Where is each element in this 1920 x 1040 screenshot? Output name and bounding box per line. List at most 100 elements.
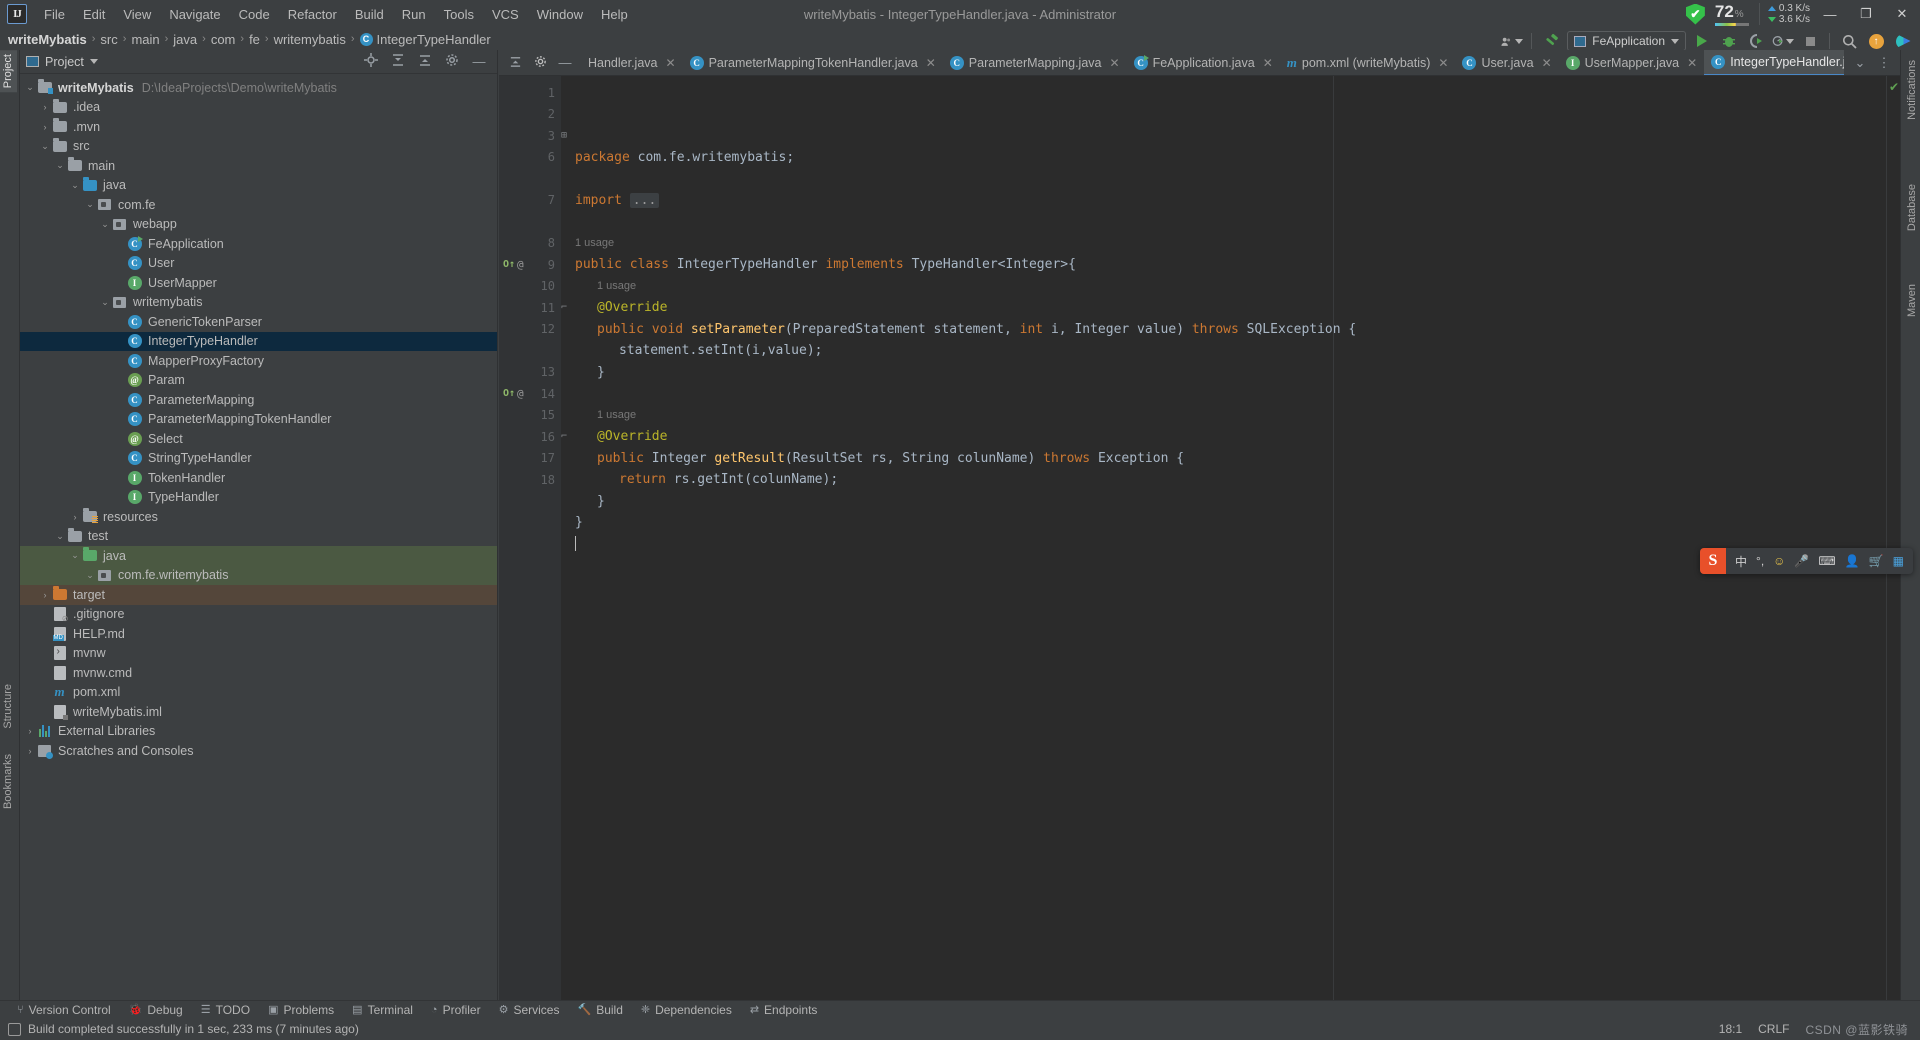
select-opened-file-icon[interactable] [363, 53, 379, 70]
menu-build[interactable]: Build [346, 3, 393, 26]
gutter-line[interactable]: 11 ⌐ [499, 297, 567, 319]
run-configuration-selector[interactable]: FeApplication [1567, 31, 1686, 51]
gutter-line[interactable]: 10 [499, 276, 561, 298]
tree-node-tokenhandler[interactable]: ›ITokenHandler [20, 468, 497, 488]
editor-marker-bar[interactable]: ✔ [1886, 76, 1900, 1000]
ide-assistant-icon[interactable] [1892, 30, 1914, 52]
tree-node-parametermapping[interactable]: ›CParameterMapping [20, 390, 497, 410]
tree-toggle-arrow[interactable]: ⌄ [84, 570, 96, 581]
tool-window-button-todo[interactable]: ☰ TODO [192, 1001, 259, 1019]
tree-node-webapp[interactable]: ⌄ webapp [20, 215, 497, 235]
collapse-all-icon[interactable] [417, 53, 433, 70]
stripe-button-project[interactable]: Project [0, 50, 17, 93]
settings-icon[interactable] [532, 55, 548, 71]
inspection-status-icon[interactable]: ✔ [1889, 80, 1899, 94]
editor-gutter[interactable]: 1 2 3 ⊞ 6 7 8 O↑ @9 10 11 ⌐ 12 13 O↑ @14 15 16 ⌐ 17 18 [499, 76, 567, 1000]
collapse-all-icon[interactable] [507, 55, 523, 71]
menu-code[interactable]: Code [230, 3, 279, 26]
close-icon[interactable]: ✕ [1438, 56, 1448, 70]
gutter-line[interactable]: 6 [499, 147, 561, 169]
gutter-line[interactable]: 16 ⌐ [499, 426, 567, 448]
tree-node-mapperproxyfactory[interactable]: ›CMapperProxyFactory [20, 351, 497, 371]
close-icon[interactable]: ✕ [1687, 56, 1697, 70]
gutter-line[interactable]: O↑ @ 9 [499, 254, 561, 276]
gutter-line[interactable] [499, 211, 561, 233]
breadcrumb-item-class[interactable]: IntegerTypeHandler [377, 32, 491, 47]
search-everywhere-icon[interactable] [1838, 30, 1860, 52]
gutter-line[interactable]: 15 [499, 405, 561, 427]
menu-refactor[interactable]: Refactor [279, 3, 346, 26]
editor-tab-parametermapping-java[interactable]: C ParameterMapping.java ✕ [943, 50, 1127, 75]
tree-node-feapplication[interactable]: ›CFeApplication [20, 234, 497, 254]
tool-window-button-build[interactable]: 🔨 Build [568, 1001, 631, 1019]
hide-icon[interactable]: — [557, 55, 573, 70]
tree-toggle-arrow[interactable]: ⌄ [39, 141, 51, 152]
menu-tools[interactable]: Tools [435, 3, 483, 26]
tree-node-param[interactable]: ›@Param [20, 371, 497, 391]
breadcrumb-item-main[interactable]: main [131, 32, 159, 47]
stripe-button-structure[interactable]: Structure [0, 680, 17, 733]
tree-toggle-arrow[interactable]: › [24, 726, 36, 736]
tree-toggle-arrow[interactable]: ⌄ [54, 160, 66, 171]
hide-icon[interactable]: — [471, 54, 487, 69]
run-icon[interactable] [1691, 30, 1713, 52]
ime-toolbox-icon[interactable]: ▦ [1893, 554, 1904, 568]
tree-node-main[interactable]: ⌄ main [20, 156, 497, 176]
close-button[interactable]: ✕ [1884, 0, 1920, 28]
tree-node-typehandler[interactable]: ›ITypeHandler [20, 488, 497, 508]
chevron-down-icon[interactable]: ⌄ [1852, 55, 1868, 71]
tree-node-idea[interactable]: › .idea [20, 98, 497, 118]
chevron-down-icon[interactable] [89, 59, 98, 64]
tree-node-external-libraries[interactable]: › External Libraries [20, 722, 497, 742]
ime-toolbar[interactable]: S 中 °, ☺ 🎤 ⌨ 👤 🛒 ▦ [1700, 548, 1913, 574]
ime-punctuation-icon[interactable]: °, [1756, 554, 1764, 568]
tree-node-resources[interactable]: › resources [20, 507, 497, 527]
tree-node-user[interactable]: ›CUser [20, 254, 497, 274]
tree-node-mvn[interactable]: › .mvn [20, 117, 497, 137]
close-icon[interactable]: ✕ [926, 56, 936, 70]
tree-node-target[interactable]: › target [20, 585, 497, 605]
profile-icon[interactable] [1772, 30, 1794, 52]
stripe-button-bookmarks[interactable]: Bookmarks [0, 750, 17, 813]
tool-window-button-terminal[interactable]: ▤ Terminal [343, 1001, 422, 1019]
close-icon[interactable]: ✕ [666, 56, 676, 70]
tool-window-button-version-control[interactable]: ⑂ Version Control [8, 1001, 120, 1019]
gutter-line[interactable]: 13 [499, 362, 561, 384]
gutter-line[interactable]: 8 [499, 233, 561, 255]
menu-vcs[interactable]: VCS [483, 3, 528, 26]
breadcrumb-item-java[interactable]: java [173, 32, 197, 47]
tree-node-test[interactable]: ⌄ test [20, 527, 497, 547]
user-avatar-icon[interactable] [1501, 30, 1524, 52]
tool-window-button-endpoints[interactable]: ⇄ Endpoints [741, 1001, 827, 1019]
tree-node-writemybatis-iml[interactable]: ›writeMybatis.iml [20, 702, 497, 722]
gutter-line[interactable]: 2 [499, 104, 561, 126]
stripe-button-database[interactable]: Database [1903, 180, 1920, 235]
tree-toggle-arrow[interactable]: › [39, 590, 51, 600]
gutter-line[interactable]: 3 ⊞ [499, 125, 567, 147]
tree-toggle-arrow[interactable]: ⌄ [24, 82, 36, 93]
cpu-usage-widget[interactable]: 72 % [1714, 2, 1749, 26]
gutter-line[interactable]: 1 [499, 82, 561, 104]
debug-icon[interactable] [1718, 30, 1740, 52]
gutter-line[interactable]: 17 [499, 448, 561, 470]
security-shield-icon[interactable]: ✔ [1685, 3, 1705, 25]
tree-node-parametermappingtokenhandler[interactable]: ›CParameterMappingTokenHandler [20, 410, 497, 430]
tool-window-button-profiler[interactable]: ◔ Profiler [422, 1001, 490, 1019]
ime-language-toggle[interactable]: 中 [1735, 553, 1747, 570]
ime-voice-icon[interactable]: 🎤 [1794, 554, 1809, 568]
ime-keyboard-icon[interactable]: ⌨ [1818, 554, 1835, 568]
gutter-line[interactable] [499, 168, 561, 190]
ime-emoji-icon[interactable]: ☺ [1773, 554, 1785, 568]
run-with-coverage-icon[interactable] [1745, 30, 1767, 52]
gutter-line[interactable]: 12 [499, 319, 561, 341]
tool-window-button-problems[interactable]: ▣ Problems [259, 1001, 343, 1019]
tree-toggle-arrow[interactable]: › [39, 122, 51, 132]
gutter-line[interactable]: 18 [499, 469, 561, 491]
tree-toggle-arrow[interactable]: ⌄ [99, 219, 111, 230]
editor-tab-feapplication-java[interactable]: C FeApplication.java ✕ [1127, 50, 1280, 75]
gutter-line[interactable] [499, 340, 561, 362]
tree-node-pom-xml[interactable]: ›mpom.xml [20, 683, 497, 703]
tree-node-scratches-and-consoles[interactable]: › Scratches and Consoles [20, 741, 497, 761]
tree-node-help-md[interactable]: ›HELP.md [20, 624, 497, 644]
tree-node-java[interactable]: ⌄ java [20, 546, 497, 566]
